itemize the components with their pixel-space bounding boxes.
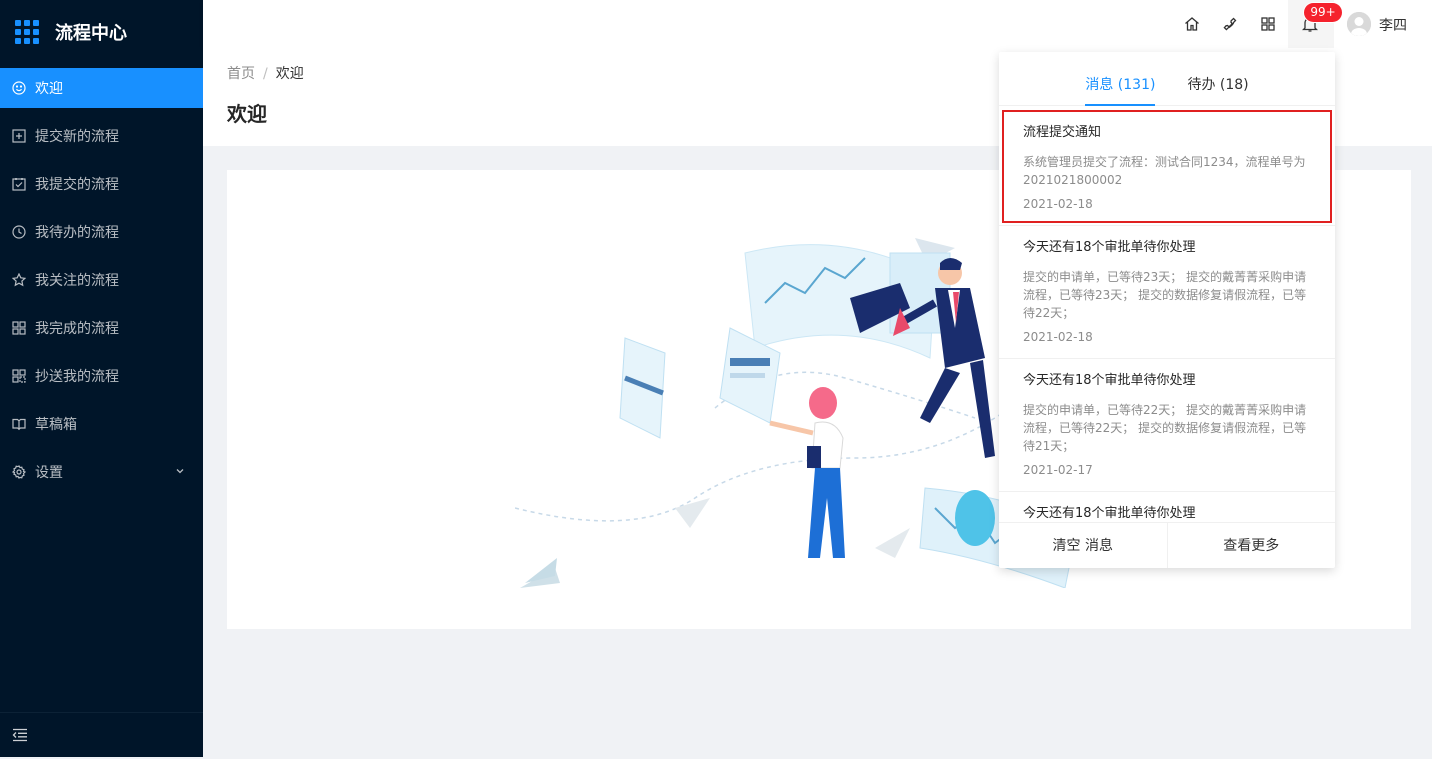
page-title: 欢迎: [227, 102, 267, 126]
clear-messages-button[interactable]: 清空 消息: [999, 523, 1168, 568]
notification-panel: 消息 (131) 待办 (18) 流程提交通知 系统管理员提交了流程：测试合同1…: [999, 52, 1335, 568]
sidebar-item-label: 我关注的流程: [35, 273, 119, 289]
sidebar-menu: 欢迎 提交新的流程 我提交的流程 我待办的流程 我关注的流程 我完成的流程 抄送…: [0, 68, 203, 492]
smile-icon: [12, 81, 26, 95]
breadcrumb-current: 欢迎: [275, 66, 304, 82]
tab-todo[interactable]: 待办 (18): [1171, 60, 1264, 105]
sidebar-item-label: 欢迎: [35, 81, 63, 97]
top-header: 99+ 李四: [203, 0, 1432, 48]
notification-date: 2021-02-17: [1023, 463, 1093, 477]
plus-square-icon: [12, 129, 26, 143]
sidebar-item-cc-to-me[interactable]: 抄送我的流程: [0, 356, 203, 396]
logo[interactable]: 流程中心: [0, 0, 203, 64]
breadcrumb-home[interactable]: 首页: [227, 66, 255, 82]
apps-grid-icon: [15, 20, 39, 44]
notification-desc: 系统管理员提交了流程：测试合同1234，流程单号为2021021800002: [1023, 155, 1306, 187]
list-item[interactable]: 流程提交通知 系统管理员提交了流程：测试合同1234，流程单号为20210218…: [999, 107, 1335, 226]
username[interactable]: 李四: [1379, 15, 1407, 35]
sidebar-item-label: 提交新的流程: [35, 129, 119, 145]
notification-desc: 提交的申请单，已等待23天； 提交的戴菁菁采购申请流程，已等待23天； 提交的数…: [1023, 270, 1307, 320]
menu-fold-icon: [12, 728, 27, 742]
sidebar-item-label: 我提交的流程: [35, 177, 119, 193]
notification-title: 今天还有18个审批单待你处理: [1023, 373, 1196, 388]
sidebar-item-settings[interactable]: 设置: [0, 452, 203, 492]
copy-icon: [12, 369, 26, 383]
sidebar-item-my-followed[interactable]: 我关注的流程: [0, 260, 203, 300]
sidebar-item-label: 设置: [35, 465, 63, 481]
notification-tabs: 消息 (131) 待办 (18): [999, 60, 1335, 106]
sidebar-item-label: 我待办的流程: [35, 225, 119, 241]
breadcrumb: 首页 / 欢迎: [227, 63, 304, 83]
notification-badge: 99+: [1304, 3, 1342, 22]
notification-title: 今天还有18个审批单待你处理: [1023, 506, 1196, 521]
sidebar-item-drafts[interactable]: 草稿箱: [0, 404, 203, 444]
sidebar-item-label: 草稿箱: [35, 417, 77, 433]
app-title: 流程中心: [55, 23, 127, 44]
sidebar: 流程中心 欢迎 提交新的流程 我提交的流程 我待办的流程 我关注的流程 我完成的…: [0, 0, 203, 757]
chevron-down-icon: [176, 469, 184, 474]
notification-desc: 提交的申请单，已等待22天； 提交的戴菁菁采购申请流程，已等待22天； 提交的数…: [1023, 403, 1307, 453]
sidebar-item-my-submitted[interactable]: 我提交的流程: [0, 164, 203, 204]
view-more-button[interactable]: 查看更多: [1168, 523, 1336, 568]
appstore-icon: [12, 321, 26, 335]
sidebar-item-my-todo[interactable]: 我待办的流程: [0, 212, 203, 252]
phone-icon[interactable]: [1221, 15, 1239, 33]
sidebar-item-my-completed[interactable]: 我完成的流程: [0, 308, 203, 348]
list-item[interactable]: 今天还有18个审批单待你处理: [999, 492, 1335, 521]
sidebar-item-welcome[interactable]: 欢迎: [0, 68, 203, 108]
list-item[interactable]: 今天还有18个审批单待你处理 提交的申请单，已等待23天； 提交的戴菁菁采购申请…: [999, 226, 1335, 359]
tab-messages[interactable]: 消息 (131): [1069, 60, 1171, 106]
notification-date: 2021-02-18: [1023, 197, 1093, 211]
sidebar-item-submit-new[interactable]: 提交新的流程: [0, 116, 203, 156]
check-square-icon: [12, 177, 26, 191]
home-icon[interactable]: [1183, 15, 1201, 33]
avatar[interactable]: [1347, 12, 1371, 36]
clock-icon: [12, 225, 26, 239]
notification-title: 流程提交通知: [1023, 125, 1102, 140]
collapse-button[interactable]: [0, 712, 203, 757]
notification-list: 流程提交通知 系统管理员提交了流程：测试合同1234，流程单号为20210218…: [999, 107, 1335, 521]
star-icon: [12, 273, 26, 287]
sidebar-item-label: 抄送我的流程: [35, 369, 119, 385]
notification-footer: 清空 消息 查看更多: [999, 522, 1335, 568]
list-item[interactable]: 今天还有18个审批单待你处理 提交的申请单，已等待22天； 提交的戴菁菁采购申请…: [999, 359, 1335, 492]
book-icon: [12, 417, 26, 431]
notification-title: 今天还有18个审批单待你处理: [1023, 240, 1196, 255]
breadcrumb-separator: /: [263, 66, 268, 82]
gear-icon: [12, 465, 26, 479]
appstore-icon[interactable]: [1259, 15, 1277, 33]
notification-date: 2021-02-18: [1023, 330, 1093, 344]
sidebar-item-label: 我完成的流程: [35, 321, 119, 337]
